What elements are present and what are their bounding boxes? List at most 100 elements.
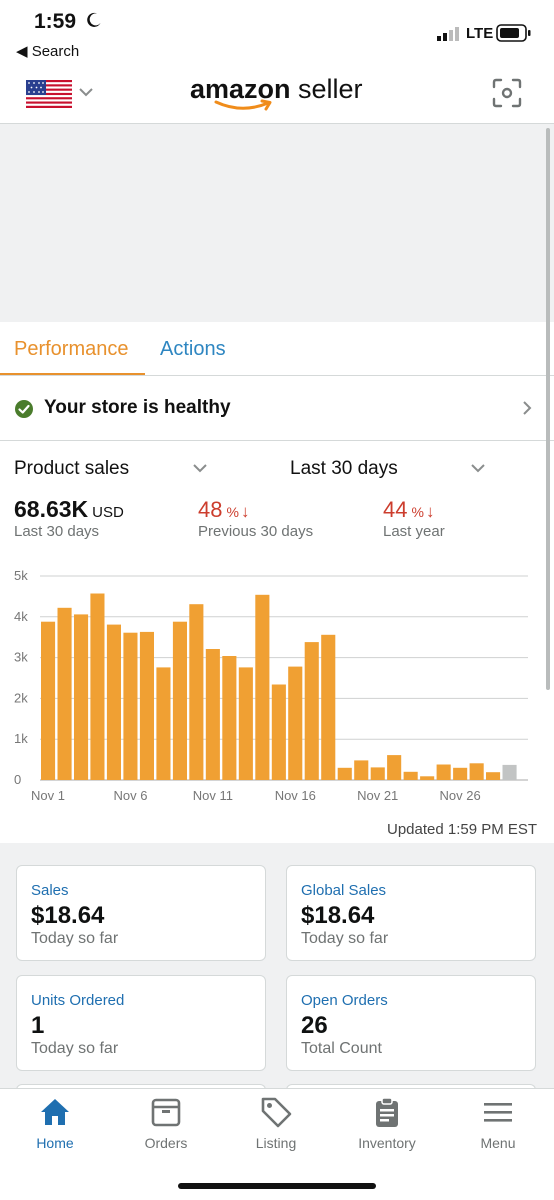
home-indicator[interactable] [178, 1183, 376, 1189]
previous-period-label: Previous 30 days [198, 523, 314, 540]
chart-bar[interactable] [139, 631, 154, 780]
status-time: 1:59 [34, 10, 77, 33]
nav-label: Menu [480, 1135, 516, 1151]
chart-bar[interactable] [189, 604, 204, 780]
x-tick-label: Nov 21 [357, 788, 398, 803]
card-value: 26 [301, 1012, 328, 1039]
chart-bar[interactable] [271, 684, 286, 781]
chart-bar[interactable] [321, 634, 336, 780]
battery-icon [496, 24, 531, 42]
card-value: $18.64 [301, 902, 375, 929]
chart-bar[interactable] [387, 755, 402, 780]
moon-icon [87, 12, 101, 27]
banner-area [0, 124, 554, 322]
sales-total-period: Last 30 days [14, 523, 100, 540]
nav-home[interactable]: Home [0, 1095, 110, 1151]
y-tick-label: 2k [14, 690, 28, 705]
chart-bar[interactable] [90, 593, 105, 781]
card-subtitle: Total Count [301, 1040, 382, 1057]
chart-bar[interactable] [469, 763, 484, 780]
chart-bar[interactable] [106, 624, 121, 780]
tag-icon [261, 1097, 292, 1128]
open-orders-card[interactable]: Open Orders 26 Total Count [286, 975, 536, 1071]
y-tick-label: 3k [14, 650, 28, 665]
chart-bar[interactable] [74, 614, 89, 780]
chart-bar[interactable] [288, 666, 303, 780]
chevron-down-icon[interactable] [470, 462, 486, 474]
chart-bar[interactable] [304, 642, 319, 780]
card-value: $18.64 [31, 902, 105, 929]
chevron-right-icon[interactable] [520, 399, 534, 417]
nav-inventory[interactable]: Inventory [332, 1095, 442, 1151]
units-ordered-card[interactable]: Units Ordered 1 Today so far [16, 975, 266, 1071]
chart-bar[interactable] [172, 621, 187, 780]
sales-card[interactable]: Sales $18.64 Today so far [16, 865, 266, 961]
chart-bar[interactable] [420, 776, 435, 780]
card-title: Units Ordered [31, 992, 125, 1009]
sales-total-unit: USD [92, 504, 124, 521]
store-health-text: Your store is healthy [44, 397, 231, 418]
smile-arrow-icon [214, 99, 272, 111]
global-sales-card[interactable]: Global Sales $18.64 Today so far [286, 865, 536, 961]
last-year-change-value: 44 [383, 497, 408, 522]
amazon-seller-logo: amazon seller [190, 72, 365, 114]
metric-dropdown[interactable]: Product sales [14, 458, 129, 480]
x-tick-label: Nov 26 [439, 788, 480, 803]
chevron-down-icon[interactable] [192, 462, 208, 474]
date-range-dropdown[interactable]: Last 30 days [290, 458, 398, 480]
chart-bar[interactable] [57, 607, 72, 780]
sales-total: 68.63K USD [14, 496, 124, 523]
card-title: Sales [31, 882, 69, 899]
card-title: Open Orders [301, 992, 388, 1009]
tab-performance[interactable]: Performance [14, 338, 129, 361]
hamburger-icon [484, 1103, 512, 1122]
sales-total-value: 68.63K [14, 496, 89, 522]
orders-icon [151, 1098, 181, 1127]
nav-orders[interactable]: Orders [111, 1095, 221, 1151]
home-icon [41, 1099, 69, 1125]
y-tick-label: 0 [14, 772, 21, 787]
nav-menu[interactable]: Menu [443, 1095, 553, 1151]
updated-timestamp: Updated 1:59 PM EST [387, 821, 538, 838]
chart-bar[interactable] [205, 649, 220, 780]
scrollbar[interactable] [546, 128, 550, 690]
chart-bar[interactable] [123, 632, 138, 780]
x-tick-label: Nov 11 [193, 788, 233, 803]
last-year-change-percent: % [411, 504, 424, 520]
x-tick-label: Nov 16 [275, 788, 316, 803]
check-circle-icon [15, 400, 33, 418]
x-tick-label: Nov 6 [114, 788, 148, 803]
chart-bar[interactable] [222, 656, 237, 780]
chart-bar[interactable] [255, 594, 270, 780]
tab-actions[interactable]: Actions [160, 338, 226, 361]
sales-bar-chart[interactable]: 0 1k 2k 3k 4k 5k Nov 1 Nov 6 Nov 11 Nov 16 Nov 21 N… [0, 560, 554, 810]
y-tick-label: 5k [14, 568, 28, 583]
chart-bar[interactable] [41, 621, 56, 780]
x-tick-label: Nov 1 [31, 788, 65, 803]
y-tick-label: 1k [14, 731, 28, 746]
nav-label: Orders [144, 1135, 188, 1151]
us-flag-icon[interactable] [26, 80, 72, 108]
nav-listing[interactable]: Listing [221, 1095, 331, 1151]
network-type: LTE [466, 25, 494, 42]
chart-bar[interactable] [403, 771, 418, 780]
card-title: Global Sales [301, 882, 387, 899]
chart-bar[interactable] [453, 767, 468, 780]
chart-bar[interactable] [354, 760, 369, 780]
previous-period-change: 48% ↓ [198, 497, 249, 523]
chart-bar[interactable] [486, 772, 501, 780]
chart-bar[interactable] [502, 764, 517, 780]
chart-bar[interactable] [156, 667, 171, 780]
chart-bar[interactable] [337, 767, 352, 780]
clipboard-icon [376, 1097, 398, 1127]
scan-icon[interactable] [492, 78, 522, 108]
nav-label: Listing [255, 1135, 297, 1151]
chart-bar[interactable] [238, 667, 253, 780]
arrow-down-icon: ↓ [425, 502, 435, 521]
chevron-down-icon[interactable] [78, 86, 94, 98]
card-subtitle: Today so far [31, 1040, 119, 1057]
back-to-search-link[interactable]: ◀ Search [16, 42, 79, 60]
nav-label: Home [36, 1135, 74, 1151]
chart-bar[interactable] [436, 764, 451, 781]
chart-bar[interactable] [370, 767, 385, 780]
